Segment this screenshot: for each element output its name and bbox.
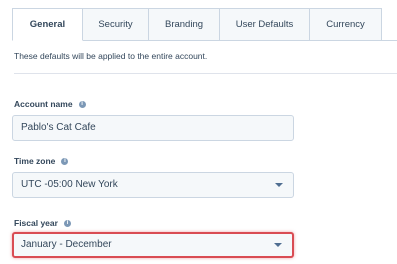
time-zone-select[interactable]: UTC -05:00 New York (12, 172, 294, 198)
tab-user-defaults[interactable]: User Defaults (220, 8, 310, 41)
info-icon[interactable]: i (61, 157, 69, 165)
account-name-label-row: Account name i (14, 99, 86, 109)
fiscal-year-label-row: Fiscal year i (14, 218, 71, 228)
info-icon[interactable]: i (78, 100, 86, 108)
description-text: These defaults will be applied to the en… (14, 51, 208, 61)
chevron-down-icon (274, 243, 282, 247)
fiscal-year-value: January - December (21, 239, 112, 250)
time-zone-value: UTC -05:00 New York (21, 179, 118, 190)
tab-currency[interactable]: Currency (310, 8, 382, 41)
fiscal-year-select[interactable]: January - December (12, 232, 294, 258)
time-zone-label-row: Time zone i (14, 156, 69, 166)
divider (14, 73, 397, 74)
tab-branding[interactable]: Branding (149, 8, 220, 41)
tab-bar: General Security Branding User Defaults … (12, 8, 382, 41)
fiscal-year-label: Fiscal year (14, 218, 58, 228)
chevron-down-icon (275, 183, 283, 187)
time-zone-label: Time zone (14, 156, 56, 166)
account-name-field[interactable]: Pablo's Cat Cafe (12, 115, 294, 141)
account-name-value: Pablo's Cat Cafe (21, 122, 96, 133)
tab-general[interactable]: General (12, 8, 83, 41)
tab-security[interactable]: Security (83, 8, 149, 41)
account-name-label: Account name (14, 99, 73, 109)
account-defaults-page: General Security Branding User Defaults … (0, 0, 397, 264)
info-icon[interactable]: i (63, 219, 71, 227)
tab-rule (83, 40, 397, 41)
